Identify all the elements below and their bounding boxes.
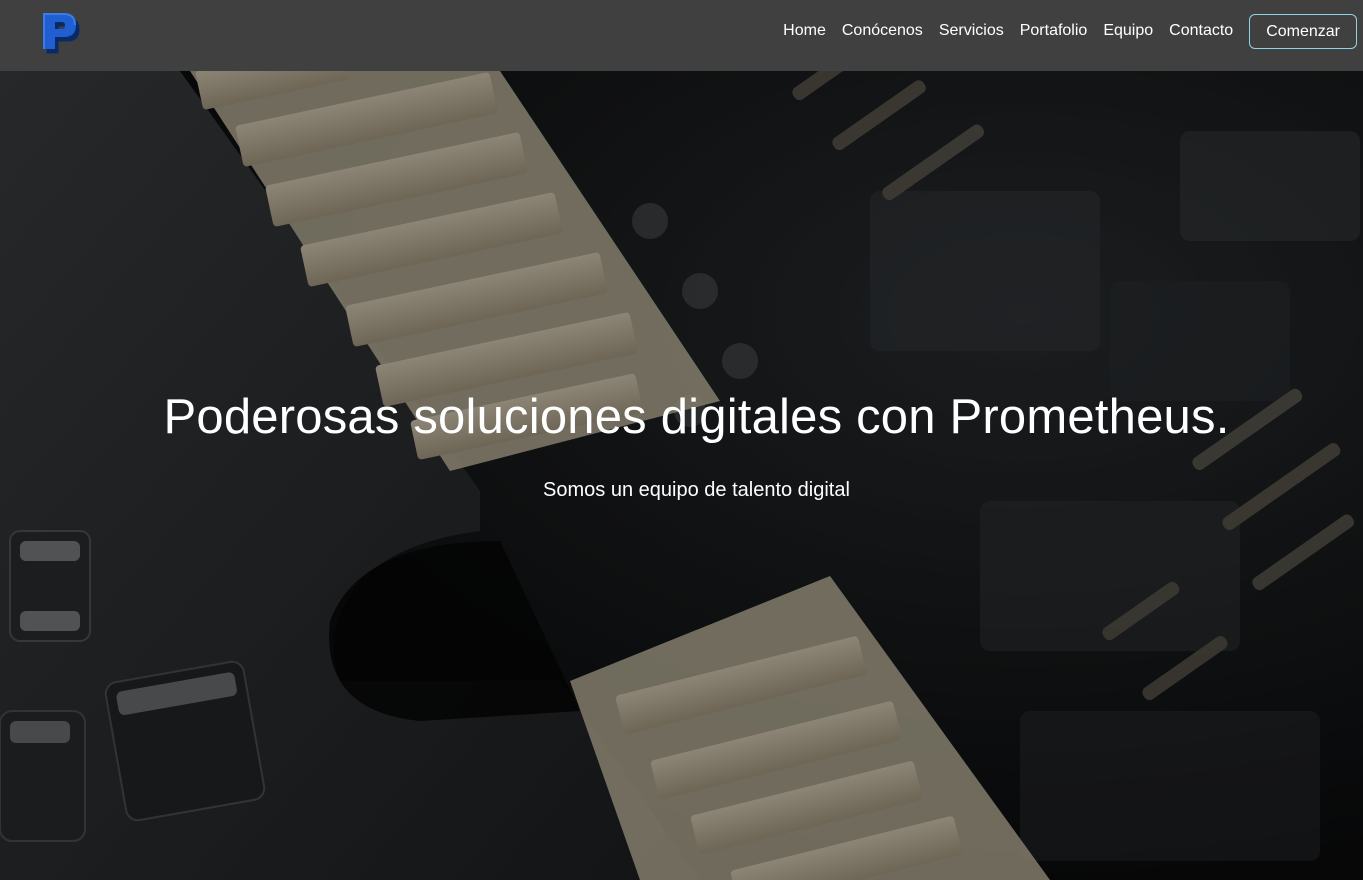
logo-p-icon (43, 13, 80, 54)
comenzar-button[interactable]: Comenzar (1249, 13, 1357, 49)
hero-title: Poderosas soluciones digitales con Prome… (163, 390, 1230, 444)
navbar: Home Conócenos Servicios Portafolio Equi… (0, 0, 1363, 71)
nav-link-equipo[interactable]: Equipo (1103, 22, 1153, 40)
nav-link-home[interactable]: Home (783, 22, 826, 40)
nav-link-portafolio[interactable]: Portafolio (1020, 22, 1088, 40)
hero-section: Poderosas soluciones digitales con Prome… (0, 71, 1363, 880)
nav-link-contacto[interactable]: Contacto (1169, 22, 1233, 40)
hero-subtitle: Somos un equipo de talento digital (543, 479, 850, 501)
brand-logo[interactable] (40, 10, 82, 54)
nav-link-conocenos[interactable]: Conócenos (842, 22, 923, 40)
main-nav: Home Conócenos Servicios Portafolio Equi… (783, 0, 1363, 62)
hero-overlay (0, 71, 1363, 880)
page: Home Conócenos Servicios Portafolio Equi… (0, 0, 1363, 880)
nav-link-servicios[interactable]: Servicios (939, 22, 1004, 40)
